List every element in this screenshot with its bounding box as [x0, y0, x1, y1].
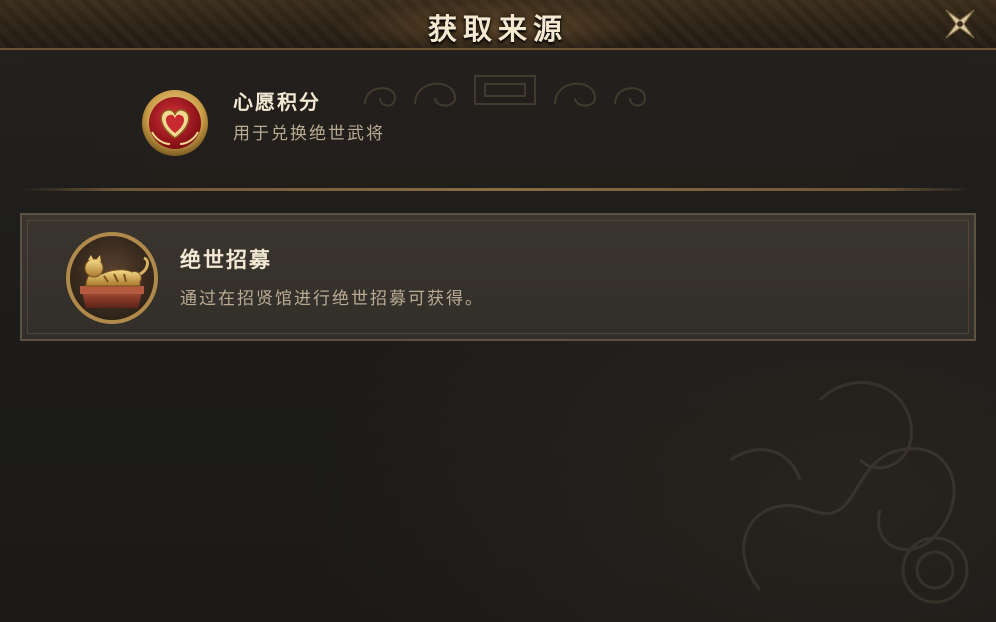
close-x-icon	[945, 9, 975, 39]
golden-tiger-seal-icon	[66, 232, 158, 324]
source-row-recruit[interactable]	[20, 213, 976, 341]
divider	[22, 188, 974, 191]
dialog-title: 获取来源	[427, 12, 568, 46]
cloud-pattern-icon	[364, 75, 647, 107]
source-description: 通过在招贤馆进行绝世招募可获得。	[180, 289, 484, 309]
dragon-background-icon	[729, 381, 969, 604]
source-dialog: 获取来源 心愿积分 用于兑换绝世武将 绝世招募 通过在招贤馆进行绝世招募可获得。	[0, 0, 996, 622]
item-name: 心愿积分	[233, 90, 321, 114]
item-description: 用于兑换绝世武将	[233, 124, 385, 144]
source-name: 绝世招募	[180, 248, 272, 272]
heart-coin-icon	[142, 90, 208, 156]
close-button[interactable]	[940, 4, 980, 44]
